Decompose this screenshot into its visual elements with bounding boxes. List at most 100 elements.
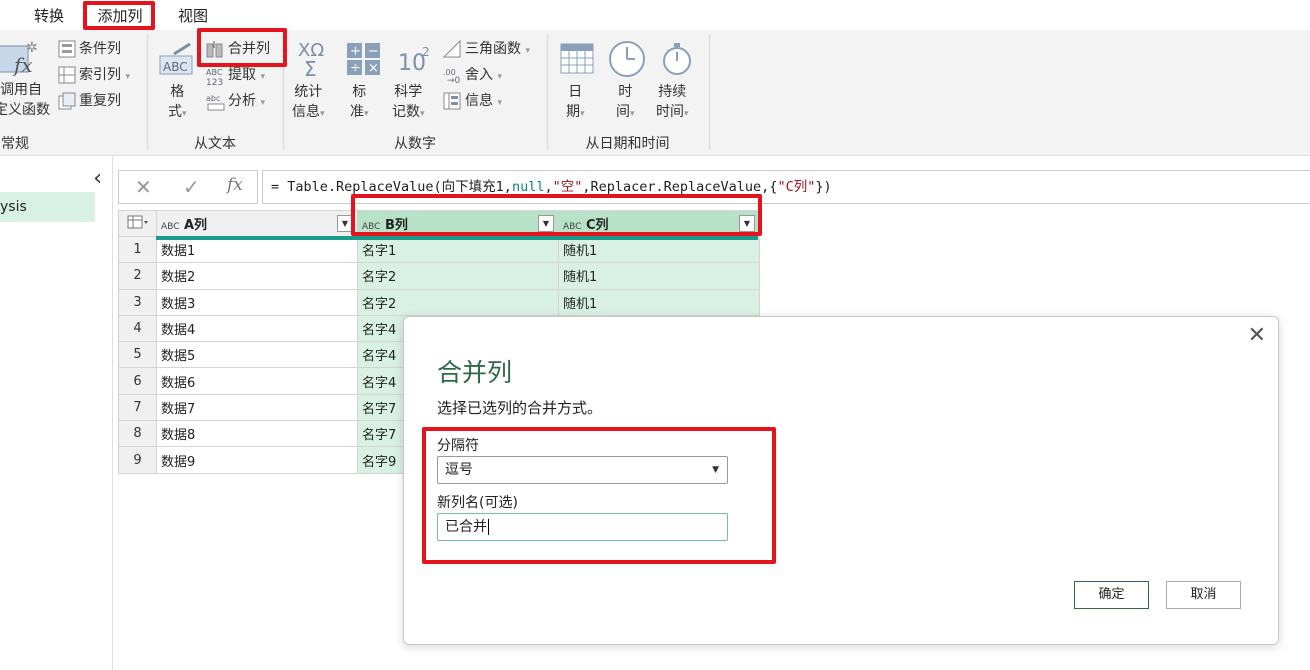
tab-view[interactable]: 视图	[166, 4, 220, 28]
scientific-line2: 记数	[392, 104, 420, 120]
ribbon-separator	[147, 34, 148, 150]
ribbon-separator	[709, 34, 710, 150]
trig-button[interactable]: 三角函数 ▾	[465, 39, 530, 61]
chevron-down-icon: ▾	[684, 109, 689, 119]
cell-a[interactable]: 数据7	[156, 393, 358, 422]
row-number[interactable]: 7	[118, 393, 157, 422]
column-header-c[interactable]: ABC C列 ▼	[558, 210, 760, 237]
cancel-formula-icon[interactable]: ✕	[135, 175, 152, 199]
cell-a[interactable]: 数据4	[156, 314, 358, 343]
cell-b[interactable]: 名字2	[357, 262, 559, 290]
column-header-a[interactable]: ABC A列 ▼	[156, 210, 358, 237]
scientific-line1: 科学	[394, 84, 423, 100]
cell-a[interactable]: 数据8	[156, 420, 358, 448]
formula-string-2: "C列"	[777, 179, 816, 195]
merge-columns-icon	[206, 40, 224, 62]
svg-text:2: 2	[422, 45, 430, 59]
column-filter-icon[interactable]: ▼	[538, 215, 554, 232]
svg-text:−: −	[368, 44, 379, 59]
query-item[interactable]: ysis	[0, 192, 95, 222]
commit-formula-icon[interactable]: ✓	[183, 175, 200, 199]
chevron-down-icon: ▾	[497, 72, 502, 82]
parse-button[interactable]: 分析 ▾	[228, 91, 265, 113]
row-number[interactable]: 1	[118, 235, 157, 264]
formula-string-1: "空"	[552, 179, 583, 195]
ok-button[interactable]: 确定	[1074, 581, 1149, 609]
info-icon	[443, 92, 461, 114]
cell-b[interactable]: 名字1	[357, 235, 559, 264]
time-button[interactable]: 时间▾	[616, 82, 635, 124]
format-button[interactable]: 格式▾	[168, 82, 187, 124]
column-filter-icon[interactable]: ▼	[739, 215, 755, 232]
invoke-custom-function-button[interactable]: 调用自 定义函数	[0, 80, 50, 120]
formula-prefix: = Table.ReplaceValue(向下填充1,	[271, 179, 512, 195]
trig-label: 三角函数	[465, 41, 521, 57]
stats-line2: 信息	[292, 104, 320, 120]
row-number[interactable]: 6	[118, 367, 157, 395]
group-label-from-datetime: 从日期和时间	[585, 136, 670, 152]
tab-transform[interactable]: 转换	[22, 4, 76, 28]
rounding-label: 舍入	[465, 67, 493, 83]
rounding-button[interactable]: 舍入 ▾	[465, 65, 502, 87]
ribbon-separator	[547, 34, 548, 150]
merge-columns-button[interactable]: 合并列	[228, 39, 270, 59]
row-number[interactable]: 2	[118, 262, 157, 290]
row-number[interactable]: 3	[118, 288, 157, 316]
cell-a[interactable]: 数据6	[156, 367, 358, 395]
statistics-button[interactable]: 统计 信息▾	[292, 82, 325, 124]
cell-c[interactable]: 随机1	[558, 235, 760, 264]
duplicate-column-icon	[58, 92, 76, 114]
new-column-name-input[interactable]: 已合并	[437, 513, 728, 541]
fx-icon[interactable]: fx	[227, 175, 243, 195]
date-button[interactable]: 日期▾	[566, 82, 585, 124]
conditional-column-button[interactable]: 条件列	[79, 39, 121, 59]
cell-a[interactable]: 数据9	[156, 446, 358, 474]
extract-label: 提取	[228, 67, 256, 83]
cell-c[interactable]: 随机1	[558, 288, 760, 316]
duration-button[interactable]: 持续 时间▾	[656, 82, 689, 124]
cell-a[interactable]: 数据2	[156, 262, 358, 290]
row-number[interactable]: 9	[118, 446, 157, 474]
info-button[interactable]: 信息 ▾	[465, 91, 502, 113]
row-number[interactable]: 4	[118, 314, 157, 343]
separator-label: 分隔符	[437, 438, 479, 454]
column-filter-icon[interactable]: ▼	[337, 215, 353, 232]
svg-text:→0: →0	[447, 76, 461, 84]
cell-b[interactable]: 名字2	[357, 288, 559, 316]
row-number[interactable]: 8	[118, 420, 157, 448]
chevron-down-icon: ▼	[712, 465, 719, 475]
table-row: 1 数据1 名字1 随机1	[118, 235, 760, 264]
cancel-button[interactable]: 取消	[1166, 581, 1241, 609]
formula-buttons: ✕ ✓ fx	[118, 170, 258, 204]
column-header-b[interactable]: ABC B列 ▼	[357, 210, 559, 237]
format-line1: 格	[170, 84, 185, 100]
text-type-icon: ABC	[362, 222, 381, 232]
trig-icon	[442, 39, 461, 62]
group-label-from-number: 从数字	[394, 136, 436, 152]
scientific-button[interactable]: 科学 记数▾	[392, 82, 425, 124]
ribbon: fx ✲ 调用自 定义函数 条件列 索引列 ▾ 重复列 常规 ABC 格式▾ 合并列…	[0, 30, 1310, 156]
tab-add-column[interactable]: 添加列	[88, 4, 152, 28]
column-header-label: C列	[586, 218, 609, 233]
cell-a[interactable]: 数据5	[156, 341, 358, 369]
cell-a[interactable]: 数据3	[156, 288, 358, 316]
chevron-down-icon: ▾	[630, 109, 635, 119]
cell-a[interactable]: 数据1	[156, 235, 358, 264]
chevron-down-icon: ▾	[364, 109, 369, 119]
rounding-icon: .00 →0	[443, 66, 463, 88]
close-icon[interactable]: ✕	[1248, 323, 1266, 348]
standard-button[interactable]: 标准▾	[350, 82, 369, 124]
stats-line1: 统计	[294, 84, 323, 100]
index-column-button[interactable]: 索引列 ▾	[79, 65, 130, 87]
extract-button[interactable]: 提取 ▾	[228, 65, 265, 87]
separator-select[interactable]: 逗号 ▼	[437, 456, 728, 484]
duplicate-column-button[interactable]: 重复列	[79, 91, 121, 111]
row-number[interactable]: 5	[118, 341, 157, 369]
new-column-name-label: 新列名(可选)	[437, 495, 518, 511]
standard-icon: + − ÷ ×	[346, 42, 382, 80]
formula-bar: ✕ ✓ fx = Table.ReplaceValue(向下填充1,null,"…	[118, 170, 1310, 204]
table-menu-icon[interactable]	[118, 210, 157, 237]
cell-c[interactable]: 随机1	[558, 262, 760, 290]
formula-input[interactable]: = Table.ReplaceValue(向下填充1,null,"空",Repl…	[262, 170, 1310, 204]
collapse-pane-icon[interactable]: ‹	[93, 166, 102, 191]
